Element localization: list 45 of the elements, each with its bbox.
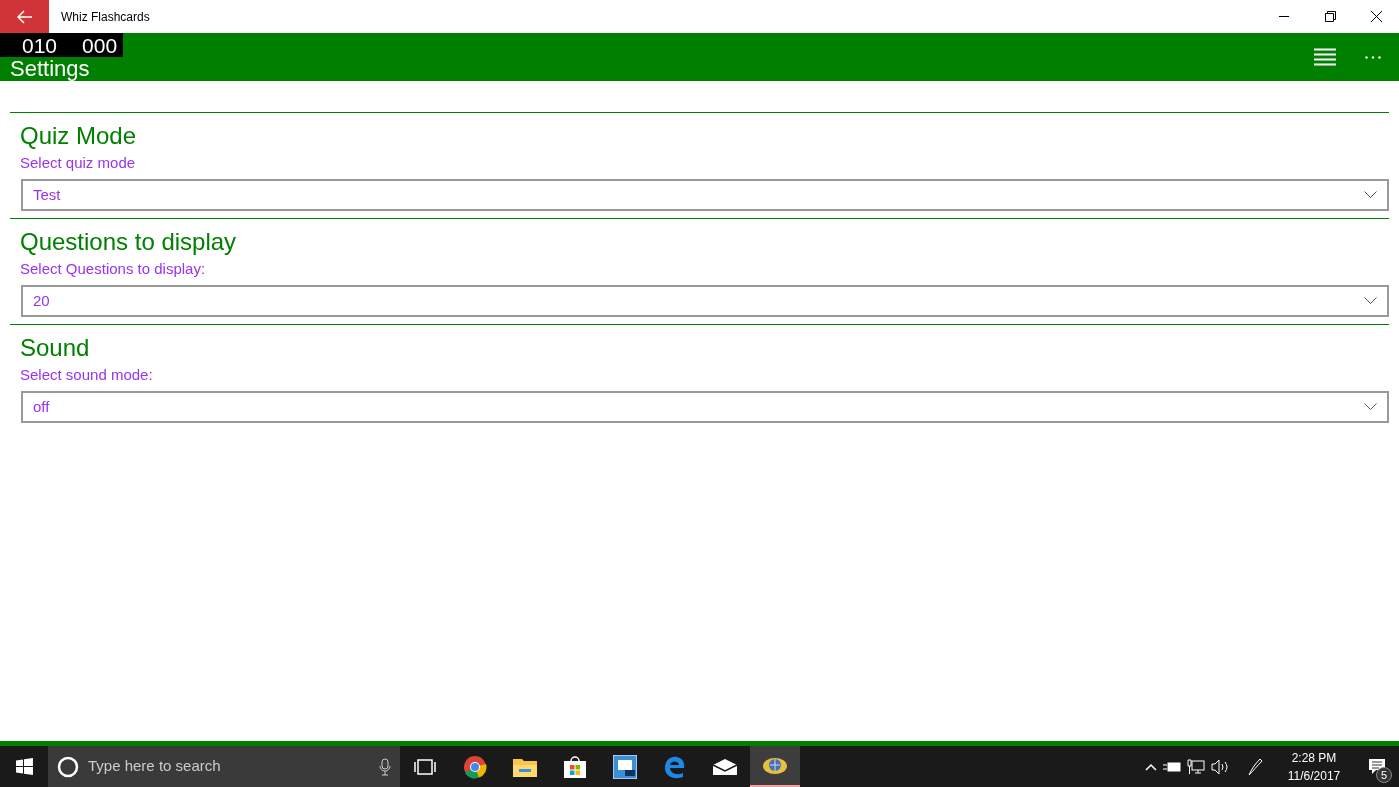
minimize-icon [1279,16,1289,17]
cortana-circle-icon [57,755,79,778]
clock[interactable]: 2:28 PM 11/6/2017 [1279,748,1349,785]
score-counter: 000 [82,34,118,56]
search-placeholder: Type here to search [88,756,221,777]
taskbar-search-field[interactable]: Type here to search [48,746,400,787]
speaker-icon[interactable] [1211,758,1231,775]
app-tile-icon [613,754,637,779]
microphone-icon[interactable] [379,757,391,776]
clock-date: 11/6/2017 [1287,767,1341,785]
dropdown[interactable]: 20 [21,285,1389,317]
clock-time: 2:28 PM [1291,749,1337,767]
back-arrow-icon [16,9,33,24]
dropdown[interactable]: Test [21,179,1389,211]
chevron-down-icon [1364,191,1377,199]
more-icon [1365,55,1381,59]
task-view-icon [414,758,436,775]
folder-icon [513,756,537,777]
chevron-down-icon [1364,297,1377,305]
network-icon[interactable] [1187,758,1205,775]
letter-e-icon [663,754,687,779]
dropdown[interactable]: off [21,391,1389,423]
field-label: Select Questions to display: [20,259,207,279]
browser-circle-icon [463,754,487,779]
notification-count: 5 [1376,767,1392,783]
chevron-up-icon[interactable] [1145,762,1157,771]
score-counter: 010 [22,34,58,56]
battery-icon[interactable] [1163,760,1181,773]
chevron-down-icon [1364,403,1377,411]
page-title: Settings [10,58,90,80]
section-heading: Quiz Mode [20,121,138,151]
menu-icon [1314,48,1336,66]
pen-icon[interactable] [1247,757,1263,776]
close-icon [1370,11,1382,22]
windows-logo-icon [15,758,33,775]
section-heading: Questions to display [20,227,238,257]
field-label: Select sound mode: [20,365,154,385]
envelope-icon [712,757,738,776]
taskbar-app-button[interactable] [750,746,800,787]
field-label: Select quiz mode [20,153,137,173]
back-button[interactable] [0,0,49,33]
section-heading: Sound [20,333,91,363]
restore-icon [1324,11,1336,22]
shopping-bag-icon [563,754,587,779]
window-title: Whiz Flashcards [61,8,150,26]
